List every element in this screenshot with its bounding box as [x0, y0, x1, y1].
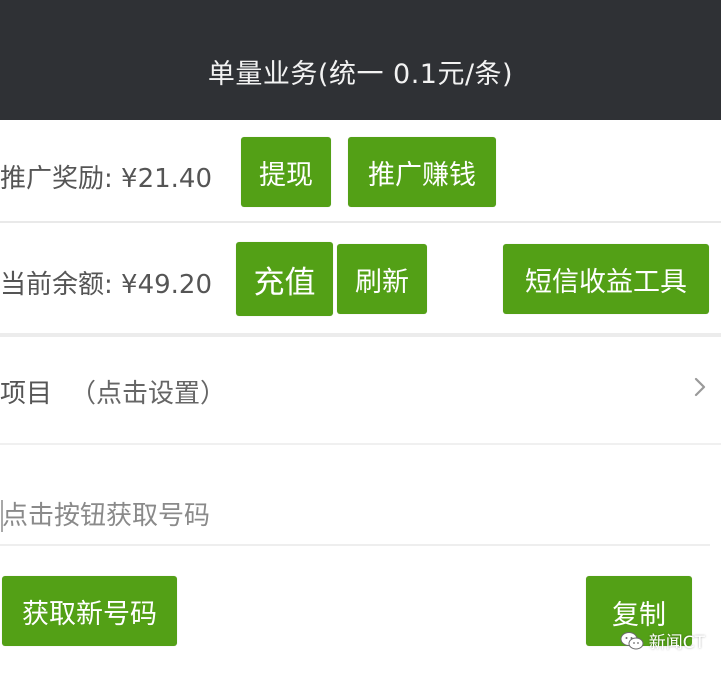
- page-title: 单量业务(统一 0.1元/条): [207, 58, 514, 90]
- project-setting-row[interactable]: 项目 （点击设置）: [0, 335, 721, 443]
- balance-label: 当前余额: ¥49.20: [0, 270, 212, 300]
- promote-earn-button[interactable]: 推广赚钱: [348, 137, 496, 207]
- phone-number-input[interactable]: [0, 490, 712, 542]
- wechat-icon: [620, 631, 644, 649]
- promo-reward-label: 推广奖励: ¥21.40: [0, 164, 212, 194]
- sms-earning-tools-button[interactable]: 短信收益工具: [503, 244, 709, 314]
- project-label: 项目 （点击设置）: [0, 373, 226, 410]
- withdraw-button[interactable]: 提现: [241, 137, 331, 207]
- get-new-number-button[interactable]: 获取新号码: [2, 576, 177, 646]
- input-underline: [0, 544, 710, 546]
- divider: [0, 443, 721, 445]
- watermark: 新闻CT: [620, 628, 705, 653]
- recharge-button[interactable]: 充值: [236, 242, 333, 316]
- sms-business-screen: 单量业务(统一 0.1元/条) 推广奖励: ¥21.40 提现 推广赚钱 当前余…: [0, 0, 721, 679]
- refresh-button[interactable]: 刷新: [337, 244, 427, 314]
- balance-row: 当前余额: ¥49.20 充值 刷新 短信收益工具: [0, 222, 721, 332]
- top-header: 单量业务(统一 0.1元/条): [0, 0, 721, 120]
- promo-reward-row: 推广奖励: ¥21.40 提现 推广赚钱: [0, 120, 721, 220]
- project-label-text: 项目: [0, 379, 53, 409]
- project-hint-text: （点击设置）: [70, 379, 227, 409]
- chevron-right-icon: [694, 377, 706, 397]
- copy-button-label: 复制: [612, 600, 666, 631]
- watermark-text: 新闻CT: [648, 633, 705, 653]
